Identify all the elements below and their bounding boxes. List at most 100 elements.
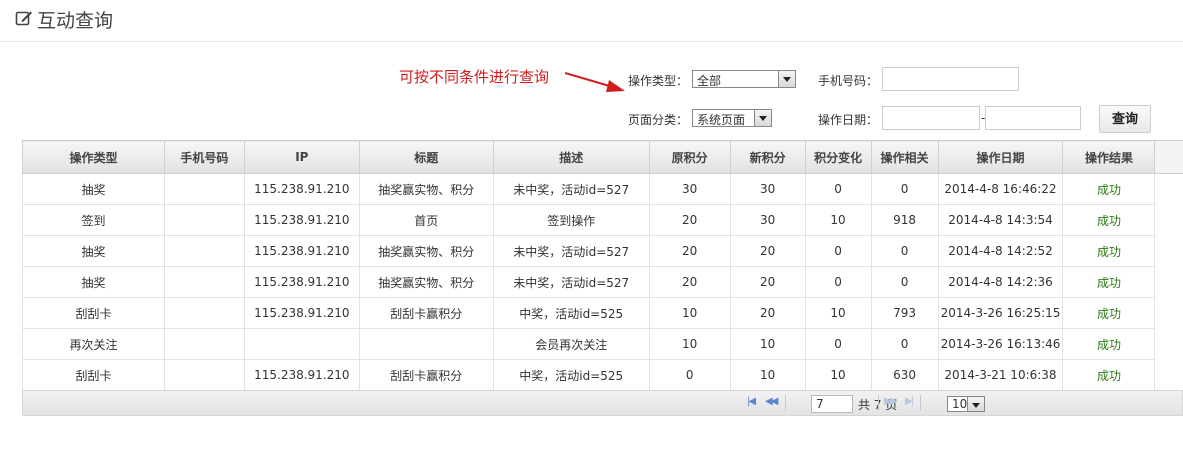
table-cell [163, 204, 245, 236]
chevron-down-icon[interactable] [967, 397, 984, 411]
table-cell: 630 [870, 359, 939, 391]
table-cell: 0 [804, 173, 872, 205]
first-page-icon[interactable]: |◀ [747, 396, 756, 407]
table-cell: 抽奖赢实物、积分 [358, 173, 494, 205]
table-cell: 刮刮卡赢积分 [358, 359, 494, 391]
table-row[interactable]: 刮刮卡 115.238.91.210 刮刮卡赢积分 中奖，活动id=525 10 20 10… [22, 297, 1183, 329]
table-cell: 10 [729, 328, 806, 360]
table-cell: 0 [870, 235, 939, 267]
table-cell: 20 [648, 204, 731, 236]
chevron-down-icon[interactable] [754, 110, 771, 126]
table-cell: 0 [870, 328, 939, 360]
records-table: 操作类型 手机号码 IP 标题 描述 原积分 新积分 积分变化 操作相关 操作日期 操作结果 抽奖 1… [22, 140, 1183, 391]
table-cell [163, 359, 245, 391]
next-page-icon[interactable]: ▶▶ [884, 396, 897, 407]
column-header: IP [243, 140, 360, 174]
table-cell: 10 [648, 297, 731, 329]
table-cell: 0 [648, 359, 731, 391]
last-page-icon[interactable]: ▶| [905, 396, 914, 407]
table-cell: 115.238.91.210 [243, 173, 360, 205]
table-cell [163, 235, 245, 267]
table-cell [358, 328, 494, 360]
phone-input[interactable] [882, 67, 1019, 91]
table-cell: 未中奖，活动id=527 [492, 235, 650, 267]
table-cell: 成功 [1062, 359, 1156, 391]
column-header: 操作日期 [937, 140, 1064, 174]
prev-page-icon[interactable]: ◀◀ [765, 396, 778, 407]
table-row[interactable]: 签到 115.238.91.210 首页 签到操作 20 30 10 918 2014-4-8 … [22, 204, 1183, 236]
table-body: 抽奖 115.238.91.210 抽奖赢实物、积分 未中奖，活动id=527 30 30… [22, 173, 1183, 391]
table-cell: 10 [804, 204, 872, 236]
table-cell: 2014-4-8 14:2:52 [937, 235, 1064, 267]
table-cell [163, 266, 245, 298]
table-cell: 20 [648, 235, 731, 267]
table-cell: 30 [648, 173, 731, 205]
pager-divider [878, 395, 879, 411]
table-cell: 793 [870, 297, 939, 329]
table-row[interactable]: 抽奖 115.238.91.210 抽奖赢实物、积分 未中奖，活动id=527 20 20… [22, 235, 1183, 267]
table-cell: 成功 [1062, 266, 1156, 298]
table-cell: 115.238.91.210 [243, 359, 360, 391]
table-cell [163, 173, 245, 205]
table-cell: 成功 [1062, 235, 1156, 267]
column-header: 操作结果 [1062, 140, 1156, 174]
table-cell-spacer [1155, 298, 1183, 329]
table-cell-spacer [1155, 267, 1183, 298]
table-cell: 10 [804, 297, 872, 329]
table-row[interactable]: 刮刮卡 115.238.91.210 刮刮卡赢积分 中奖，活动id=525 0 10 10 6… [22, 359, 1183, 391]
table-cell: 抽奖赢实物、积分 [358, 235, 494, 267]
column-header: 标题 [358, 140, 494, 174]
date-end-input[interactable] [985, 106, 1081, 130]
op-type-select[interactable]: 全部 [692, 70, 796, 88]
page-cat-label: 页面分类： [628, 113, 689, 127]
table-cell [243, 328, 360, 360]
table-cell-spacer [1155, 329, 1183, 360]
table-cell: 成功 [1062, 328, 1156, 360]
page-size-select[interactable]: 10 [947, 396, 985, 412]
table-row[interactable]: 抽奖 115.238.91.210 抽奖赢实物、积分 未中奖，活动id=527 20 20… [22, 266, 1183, 298]
table-row[interactable]: 再次关注 会员再次关注 10 10 0 0 2014-3-26 16:13:46 成功 [22, 328, 1183, 360]
table-cell: 0 [870, 173, 939, 205]
page-title: 互动查询 [37, 10, 114, 32]
chevron-down-icon[interactable] [778, 71, 795, 87]
table-cell: 115.238.91.210 [243, 204, 360, 236]
table-cell: 115.238.91.210 [243, 266, 360, 298]
page-number-input[interactable]: 7 [811, 395, 853, 413]
table-cell: 10 [648, 328, 731, 360]
table-cell: 抽奖 [22, 235, 165, 267]
table-cell: 20 [729, 235, 806, 267]
table-cell: 20 [648, 266, 731, 298]
table-cell-spacer [1155, 174, 1183, 205]
table-cell [163, 297, 245, 329]
table-cell: 中奖，活动id=525 [492, 297, 650, 329]
table-cell: 2014-3-26 16:13:46 [937, 328, 1064, 360]
table-cell: 中奖，活动id=525 [492, 359, 650, 391]
table-cell: 成功 [1062, 297, 1156, 329]
table-cell: 会员再次关注 [492, 328, 650, 360]
table-cell: 未中奖，活动id=527 [492, 173, 650, 205]
table-cell: 2014-4-8 16:46:22 [937, 173, 1064, 205]
table-row[interactable]: 抽奖 115.238.91.210 抽奖赢实物、积分 未中奖，活动id=527 30 30… [22, 173, 1183, 205]
column-header: 原积分 [648, 140, 731, 174]
table-cell: 刮刮卡赢积分 [358, 297, 494, 329]
table-cell: 2014-3-21 10:6:38 [937, 359, 1064, 391]
table-cell: 0 [870, 266, 939, 298]
table-cell: 10 [804, 359, 872, 391]
phone-label: 手机号码： [818, 74, 879, 88]
table-cell: 0 [804, 235, 872, 267]
table-cell: 抽奖赢实物、积分 [358, 266, 494, 298]
table-cell: 20 [729, 266, 806, 298]
table-cell: 30 [729, 204, 806, 236]
table-cell: 刮刮卡 [22, 297, 165, 329]
table-cell-spacer [1155, 236, 1183, 267]
table-cell: 成功 [1062, 173, 1156, 205]
date-start-input[interactable] [882, 106, 980, 130]
page-header: 互动查询 [0, 0, 1183, 42]
page-cat-select[interactable]: 系统页面 [692, 109, 772, 127]
query-button[interactable]: 查询 [1099, 105, 1151, 133]
table-cell: 未中奖，活动id=527 [492, 266, 650, 298]
arrow-icon [565, 72, 625, 92]
column-header: 描述 [492, 140, 650, 174]
pager-divider [920, 395, 921, 411]
table-cell: 0 [804, 266, 872, 298]
